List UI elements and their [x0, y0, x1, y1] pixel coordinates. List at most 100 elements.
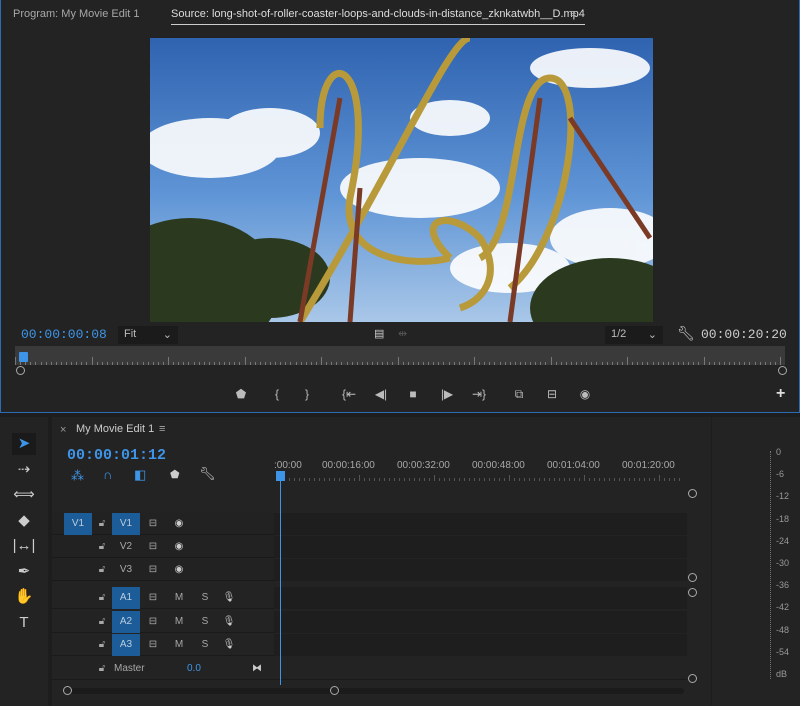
sync-lock-icon[interactable]: ⊟ — [146, 587, 160, 609]
microphone-icon[interactable]: 🎙︎ — [222, 611, 236, 633]
lock-icon[interactable]: 🔓︎ — [96, 658, 108, 680]
panel-menu-icon[interactable]: ≡ — [159, 423, 165, 435]
button-editor-plus[interactable]: + — [776, 385, 785, 403]
lock-icon[interactable]: 🔓︎ — [96, 634, 108, 656]
mute-button[interactable]: M — [172, 611, 186, 633]
sequence-tab[interactable]: My Movie Edit 1 — [76, 423, 154, 435]
ruler-tick — [377, 362, 378, 365]
sync-lock-icon[interactable]: ⊟ — [146, 634, 160, 656]
hand-icon: ✋ — [15, 588, 34, 605]
audio-scroll-handle[interactable] — [688, 674, 697, 683]
ruler-tick — [280, 362, 281, 365]
button-mark-in[interactable]: { — [269, 386, 285, 402]
solo-button[interactable]: S — [198, 587, 212, 609]
eye-icon[interactable]: ◉ — [172, 559, 186, 581]
track-target-A3[interactable]: A3 — [112, 634, 140, 656]
slip-tool-button[interactable]: |↔| — [12, 535, 36, 557]
lock-icon[interactable]: 🔓︎ — [96, 611, 108, 633]
tab-program[interactable]: Program: My Movie Edit 1 — [13, 8, 140, 20]
ruler-tick — [581, 362, 582, 365]
eye-icon[interactable]: ◉ — [172, 513, 186, 535]
zoom-scroll-start-handle[interactable] — [16, 366, 25, 375]
razor-tool-button[interactable]: ◆ — [12, 510, 36, 532]
microphone-icon[interactable]: 🎙︎ — [222, 634, 236, 656]
master-volume-value[interactable]: 0.0 — [187, 658, 201, 680]
video-scroll-handle[interactable] — [688, 573, 697, 582]
ruler-tick — [143, 362, 144, 365]
ruler-tick — [530, 362, 531, 365]
lock-icon[interactable]: 🔓︎ — [96, 536, 108, 558]
selection-tool-button[interactable]: ➤ — [12, 433, 36, 455]
track-target-V3[interactable]: V3 — [112, 559, 140, 581]
button-go-to-in[interactable]: {⇤ — [341, 386, 357, 402]
button-step-back[interactable]: ◀| — [373, 386, 389, 402]
meter-label: -48 — [776, 625, 789, 635]
microphone-icon[interactable]: 🎙︎ — [222, 587, 236, 609]
button-step-forward[interactable]: |▶ — [439, 386, 455, 402]
button-go-to-out[interactable]: ⇥} — [471, 386, 487, 402]
drag-audio-icon[interactable]: ⇹ — [398, 327, 407, 340]
nest-icon[interactable]: ⁂ — [71, 468, 84, 484]
sync-lock-icon[interactable]: ⊟ — [146, 513, 160, 535]
lock-icon[interactable]: 🔓︎ — [96, 559, 108, 581]
type-tool-button[interactable]: T — [12, 612, 36, 634]
button-insert[interactable]: ⧉ — [511, 386, 527, 402]
ruler-tick — [71, 362, 72, 365]
time-ruler[interactable] — [15, 346, 785, 365]
video-scroll-handle[interactable] — [688, 489, 697, 498]
eye-icon[interactable]: ◉ — [172, 536, 186, 558]
track-target-V1[interactable]: V1 — [112, 513, 140, 535]
solo-button[interactable]: S — [198, 634, 212, 656]
sync-lock-icon[interactable]: ⊟ — [146, 611, 160, 633]
hand-tool-button[interactable]: ✋ — [12, 586, 36, 608]
settings-wrench-icon[interactable]: 🔧︎ — [199, 466, 216, 482]
sync-lock-icon[interactable]: ⊟ — [146, 559, 160, 581]
ruler-tick — [449, 362, 450, 365]
audio-scroll-handle[interactable] — [688, 588, 697, 597]
button-mark-out[interactable]: } — [299, 386, 315, 402]
button-add-marker[interactable]: ⬟ — [233, 386, 249, 402]
ruler-label: 00:00:48:00 — [472, 460, 525, 471]
video-preview[interactable] — [150, 38, 653, 322]
scroll-start-handle[interactable] — [63, 686, 72, 695]
ripple-edit-tool-button[interactable]: ⟺ — [12, 484, 36, 506]
scroll-end-handle[interactable] — [330, 686, 339, 695]
mute-button[interactable]: M — [172, 634, 186, 656]
sync-lock-icon[interactable]: ⊟ — [146, 536, 160, 558]
zoom-select[interactable]: Fit⌄ — [118, 326, 178, 344]
track-select-tool-button[interactable]: ⇢ — [12, 459, 36, 481]
ruler-tick — [245, 357, 246, 365]
solo-button[interactable]: S — [198, 611, 212, 633]
lock-icon[interactable]: 🔓︎ — [96, 587, 108, 609]
button-overwrite[interactable]: ⊟ — [544, 386, 560, 402]
mute-button[interactable]: M — [172, 587, 186, 609]
drag-video-icon[interactable]: ▤ — [374, 327, 384, 340]
panel-menu-icon[interactable]: ≡ — [570, 8, 576, 20]
settings-wrench-icon[interactable]: 🔧︎ — [677, 325, 695, 342]
linked-selection-icon[interactable]: ◧ — [134, 467, 146, 483]
resolution-select[interactable]: 1/2⌄ — [605, 326, 663, 344]
lock-icon[interactable]: 🔓︎ — [96, 513, 108, 535]
duration-timecode: 00:00:20:20 — [701, 327, 787, 342]
pen-tool-button[interactable]: ✒ — [12, 561, 36, 583]
video-track-row: V1 🔓︎ V1 ⊟ ◉ — [52, 513, 687, 535]
close-icon[interactable]: × — [60, 424, 66, 436]
button-export-frame[interactable]: ◉ — [577, 386, 593, 402]
track-target-A1[interactable]: A1 — [112, 587, 140, 609]
source-monitor-panel: Program: My Movie Edit 1 Source: long-sh… — [0, 0, 800, 413]
playhead[interactable] — [19, 352, 28, 362]
add-marker-icon[interactable]: ⬟ — [170, 468, 180, 481]
go-to-edit-icon[interactable]: ⧓ — [252, 658, 262, 680]
snap-magnet-icon[interactable]: ∩ — [103, 467, 112, 482]
track-target-A2[interactable]: A2 — [112, 611, 140, 633]
timeline-timecode[interactable]: 00:00:01:12 — [67, 447, 166, 464]
ruler-tick — [392, 362, 393, 365]
zoom-scroll-end-handle[interactable] — [778, 366, 787, 375]
current-timecode[interactable]: 00:00:00:08 — [21, 327, 107, 342]
source-patch-v1[interactable]: V1 — [64, 513, 92, 535]
tab-source[interactable]: Source: long-shot-of-roller-coaster-loop… — [171, 8, 585, 25]
horizontal-scrollbar[interactable] — [64, 688, 684, 694]
ruler-tick — [663, 362, 664, 365]
track-target-V2[interactable]: V2 — [112, 536, 140, 558]
button-stop[interactable]: ■ — [405, 386, 421, 402]
